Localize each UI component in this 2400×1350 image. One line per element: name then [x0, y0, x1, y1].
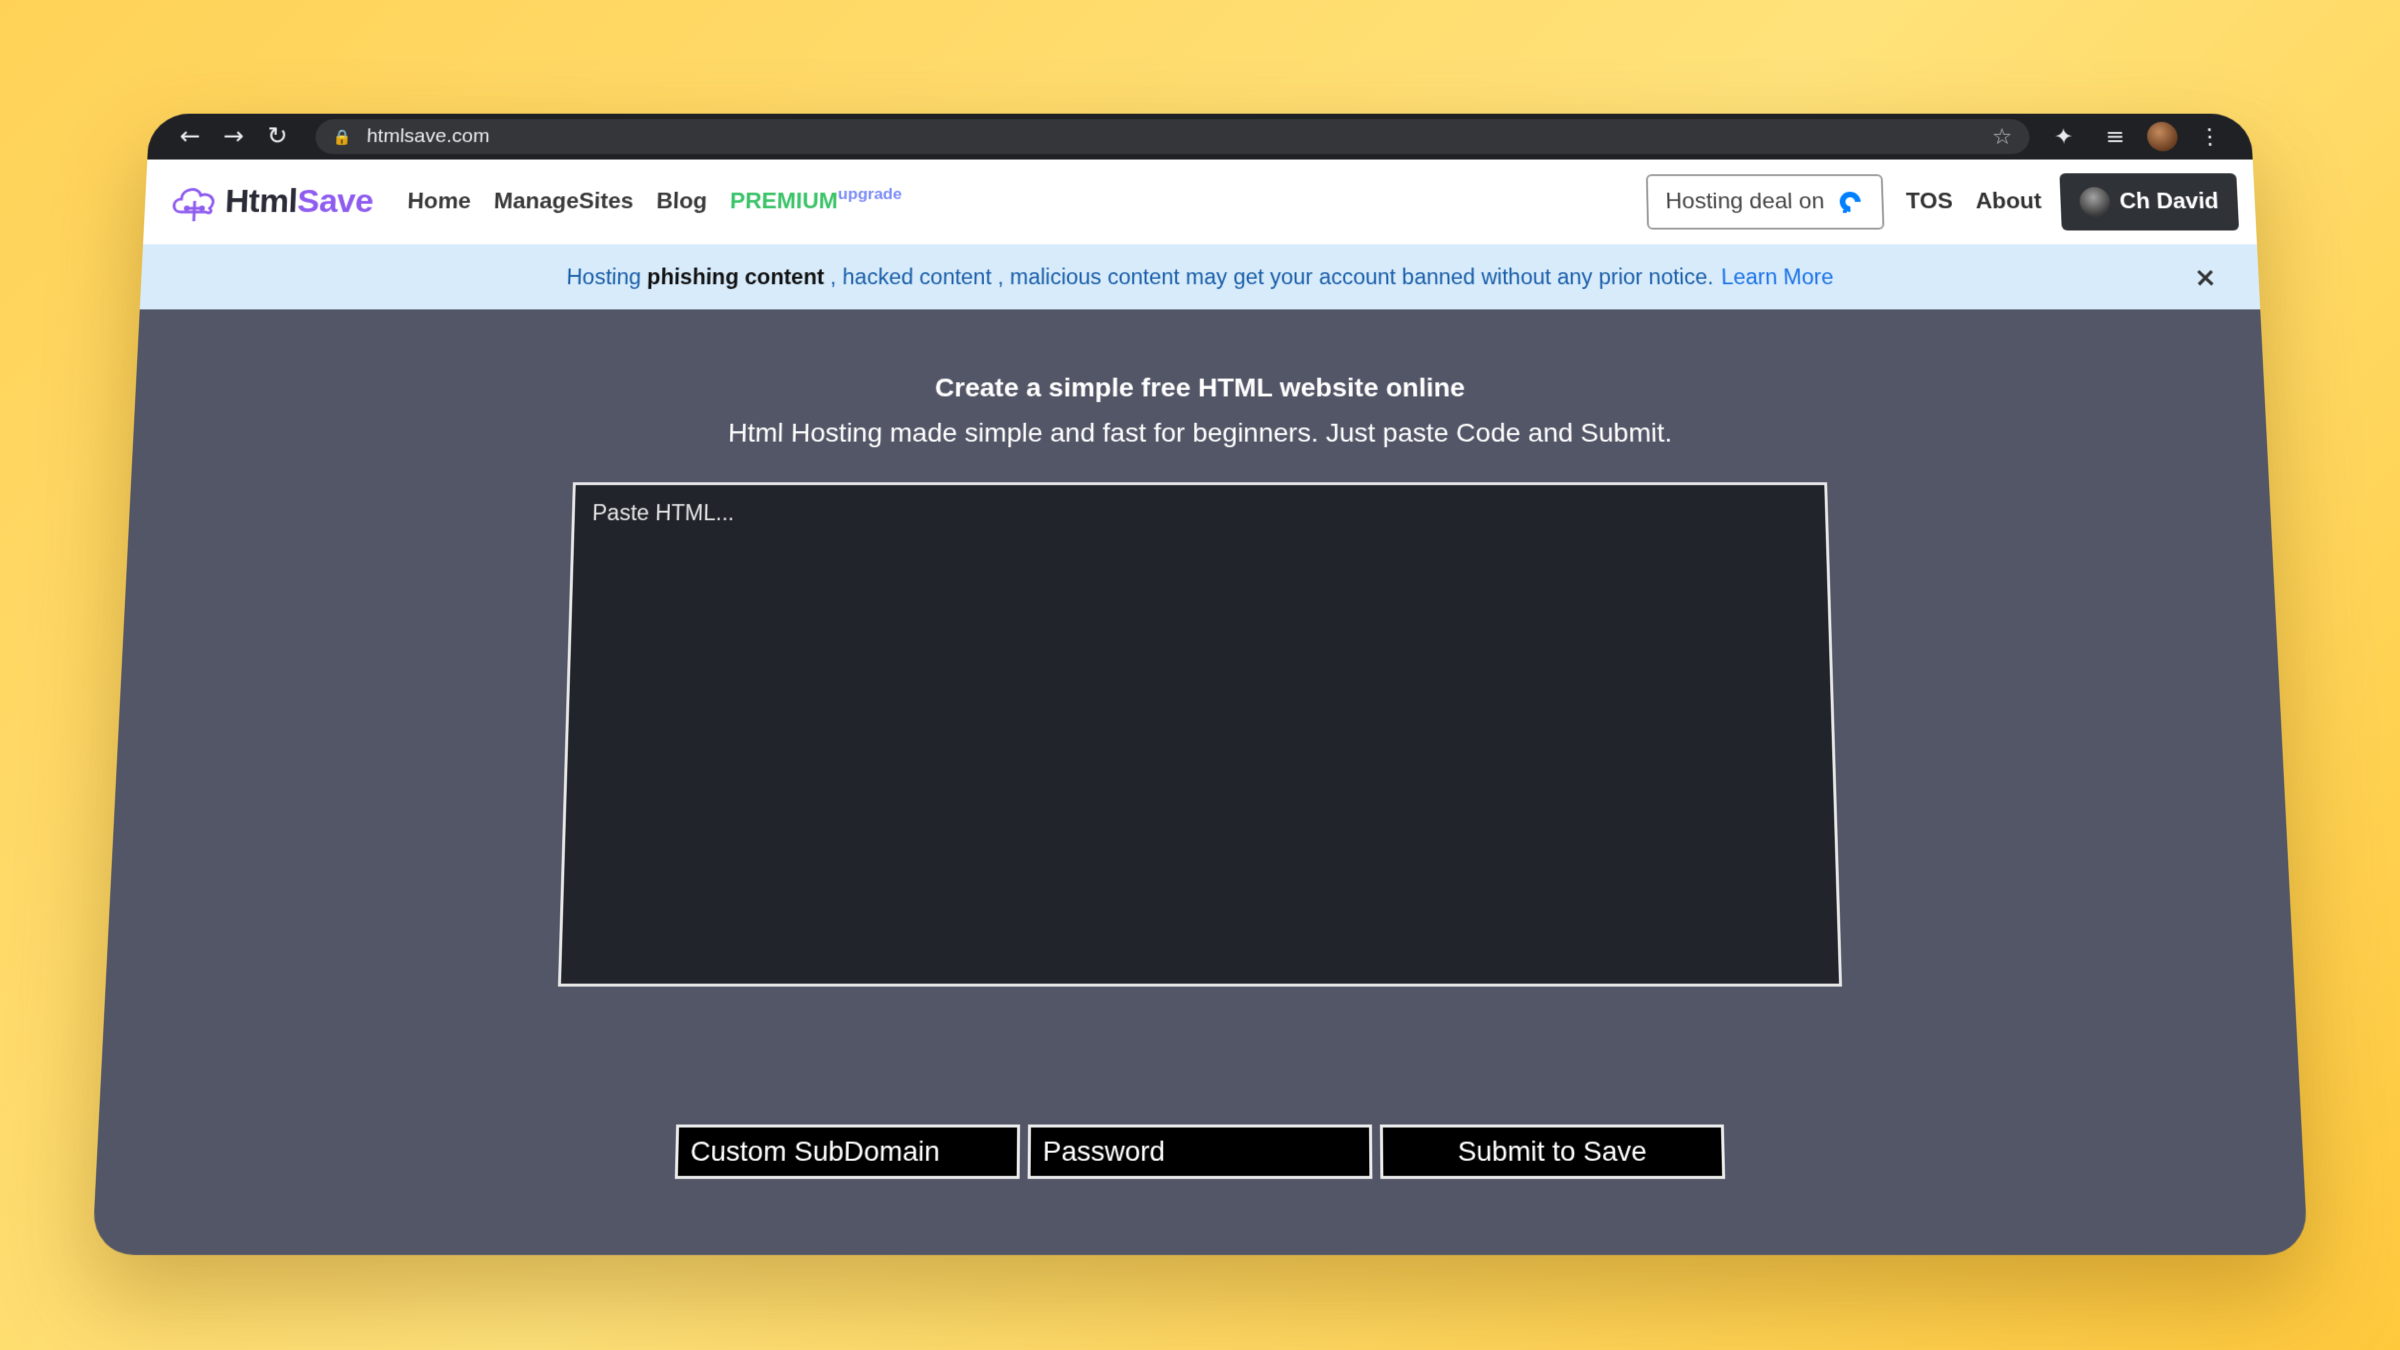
- menu-kebab-icon[interactable]: ⋮: [2190, 118, 2230, 155]
- user-name: Ch David: [2119, 188, 2220, 214]
- html-editor-textarea[interactable]: [557, 482, 1843, 987]
- learn-more-link[interactable]: Learn More: [1721, 264, 1834, 289]
- reading-list-icon[interactable]: ≡: [2095, 118, 2135, 155]
- digitalocean-icon: [1839, 191, 1861, 213]
- alert-bold-text: phishing content: [646, 264, 825, 289]
- close-icon[interactable]: ×: [2193, 262, 2217, 293]
- cloud-logo-icon: [167, 181, 222, 223]
- page-subheadline: Html Hosting made simple and fast for be…: [727, 418, 1673, 448]
- main-content: Create a simple free HTML website online…: [92, 309, 2308, 1255]
- browser-actions: ✦ ≡ ⋮: [2044, 118, 2230, 155]
- nav-link-about[interactable]: About: [1975, 189, 2042, 215]
- warning-alert-banner: Hosting phishing content , hacked conten…: [139, 244, 2261, 310]
- premium-label: PREMIUM: [729, 188, 839, 214]
- site-navbar: HtmlSave Home ManageSites Blog PREMIUMup…: [143, 159, 2257, 245]
- submit-button[interactable]: Submit to Save: [1379, 1124, 1726, 1179]
- browser-toolbar: ← → ↻ 🔒 htmlsave.com ☆ ✦ ≡ ⋮: [147, 113, 2253, 160]
- upgrade-superscript: upgrade: [837, 185, 902, 203]
- site-logo[interactable]: HtmlSave: [167, 181, 374, 223]
- hosting-deal-label: Hosting deal on: [1665, 188, 1825, 214]
- nav-link-managesites[interactable]: ManageSites: [493, 189, 633, 215]
- hosting-deal-button[interactable]: Hosting deal on: [1645, 174, 1885, 230]
- address-bar[interactable]: 🔒 htmlsave.com ☆: [314, 119, 2031, 155]
- lock-icon: 🔒: [332, 127, 352, 146]
- subdomain-input[interactable]: [674, 1124, 1021, 1179]
- browser-window-wrapper: ← → ↻ 🔒 htmlsave.com ☆ ✦ ≡ ⋮ HtmlSave Ho…: [92, 72, 2308, 1256]
- page-headline: Create a simple free HTML website online: [934, 372, 1466, 403]
- alert-message: , hacked content , malicious content may…: [830, 264, 1714, 289]
- submit-form: Submit to Save: [674, 1124, 1726, 1179]
- bookmark-star-icon[interactable]: ☆: [1991, 124, 2012, 150]
- password-input[interactable]: [1027, 1124, 1373, 1179]
- forward-icon[interactable]: →: [214, 118, 254, 155]
- nav-link-premium[interactable]: PREMIUMupgrade: [729, 185, 902, 215]
- reload-icon[interactable]: ↻: [258, 118, 298, 155]
- back-icon[interactable]: ←: [170, 118, 210, 155]
- browser-window: ← → ↻ 🔒 htmlsave.com ☆ ✦ ≡ ⋮ HtmlSave Ho…: [92, 113, 2308, 1256]
- user-avatar: [2079, 187, 2111, 217]
- logo-wordmark: HtmlSave: [224, 183, 374, 220]
- url-text: htmlsave.com: [366, 125, 491, 147]
- profile-avatar[interactable]: [2146, 121, 2179, 152]
- nav-link-home[interactable]: Home: [407, 189, 471, 215]
- user-menu-button[interactable]: Ch David: [2059, 173, 2240, 231]
- nav-link-blog[interactable]: Blog: [656, 189, 707, 215]
- nav-link-tos[interactable]: TOS: [1906, 189, 1953, 215]
- alert-prefix: Hosting: [566, 264, 642, 289]
- extensions-icon[interactable]: ✦: [2044, 118, 2083, 155]
